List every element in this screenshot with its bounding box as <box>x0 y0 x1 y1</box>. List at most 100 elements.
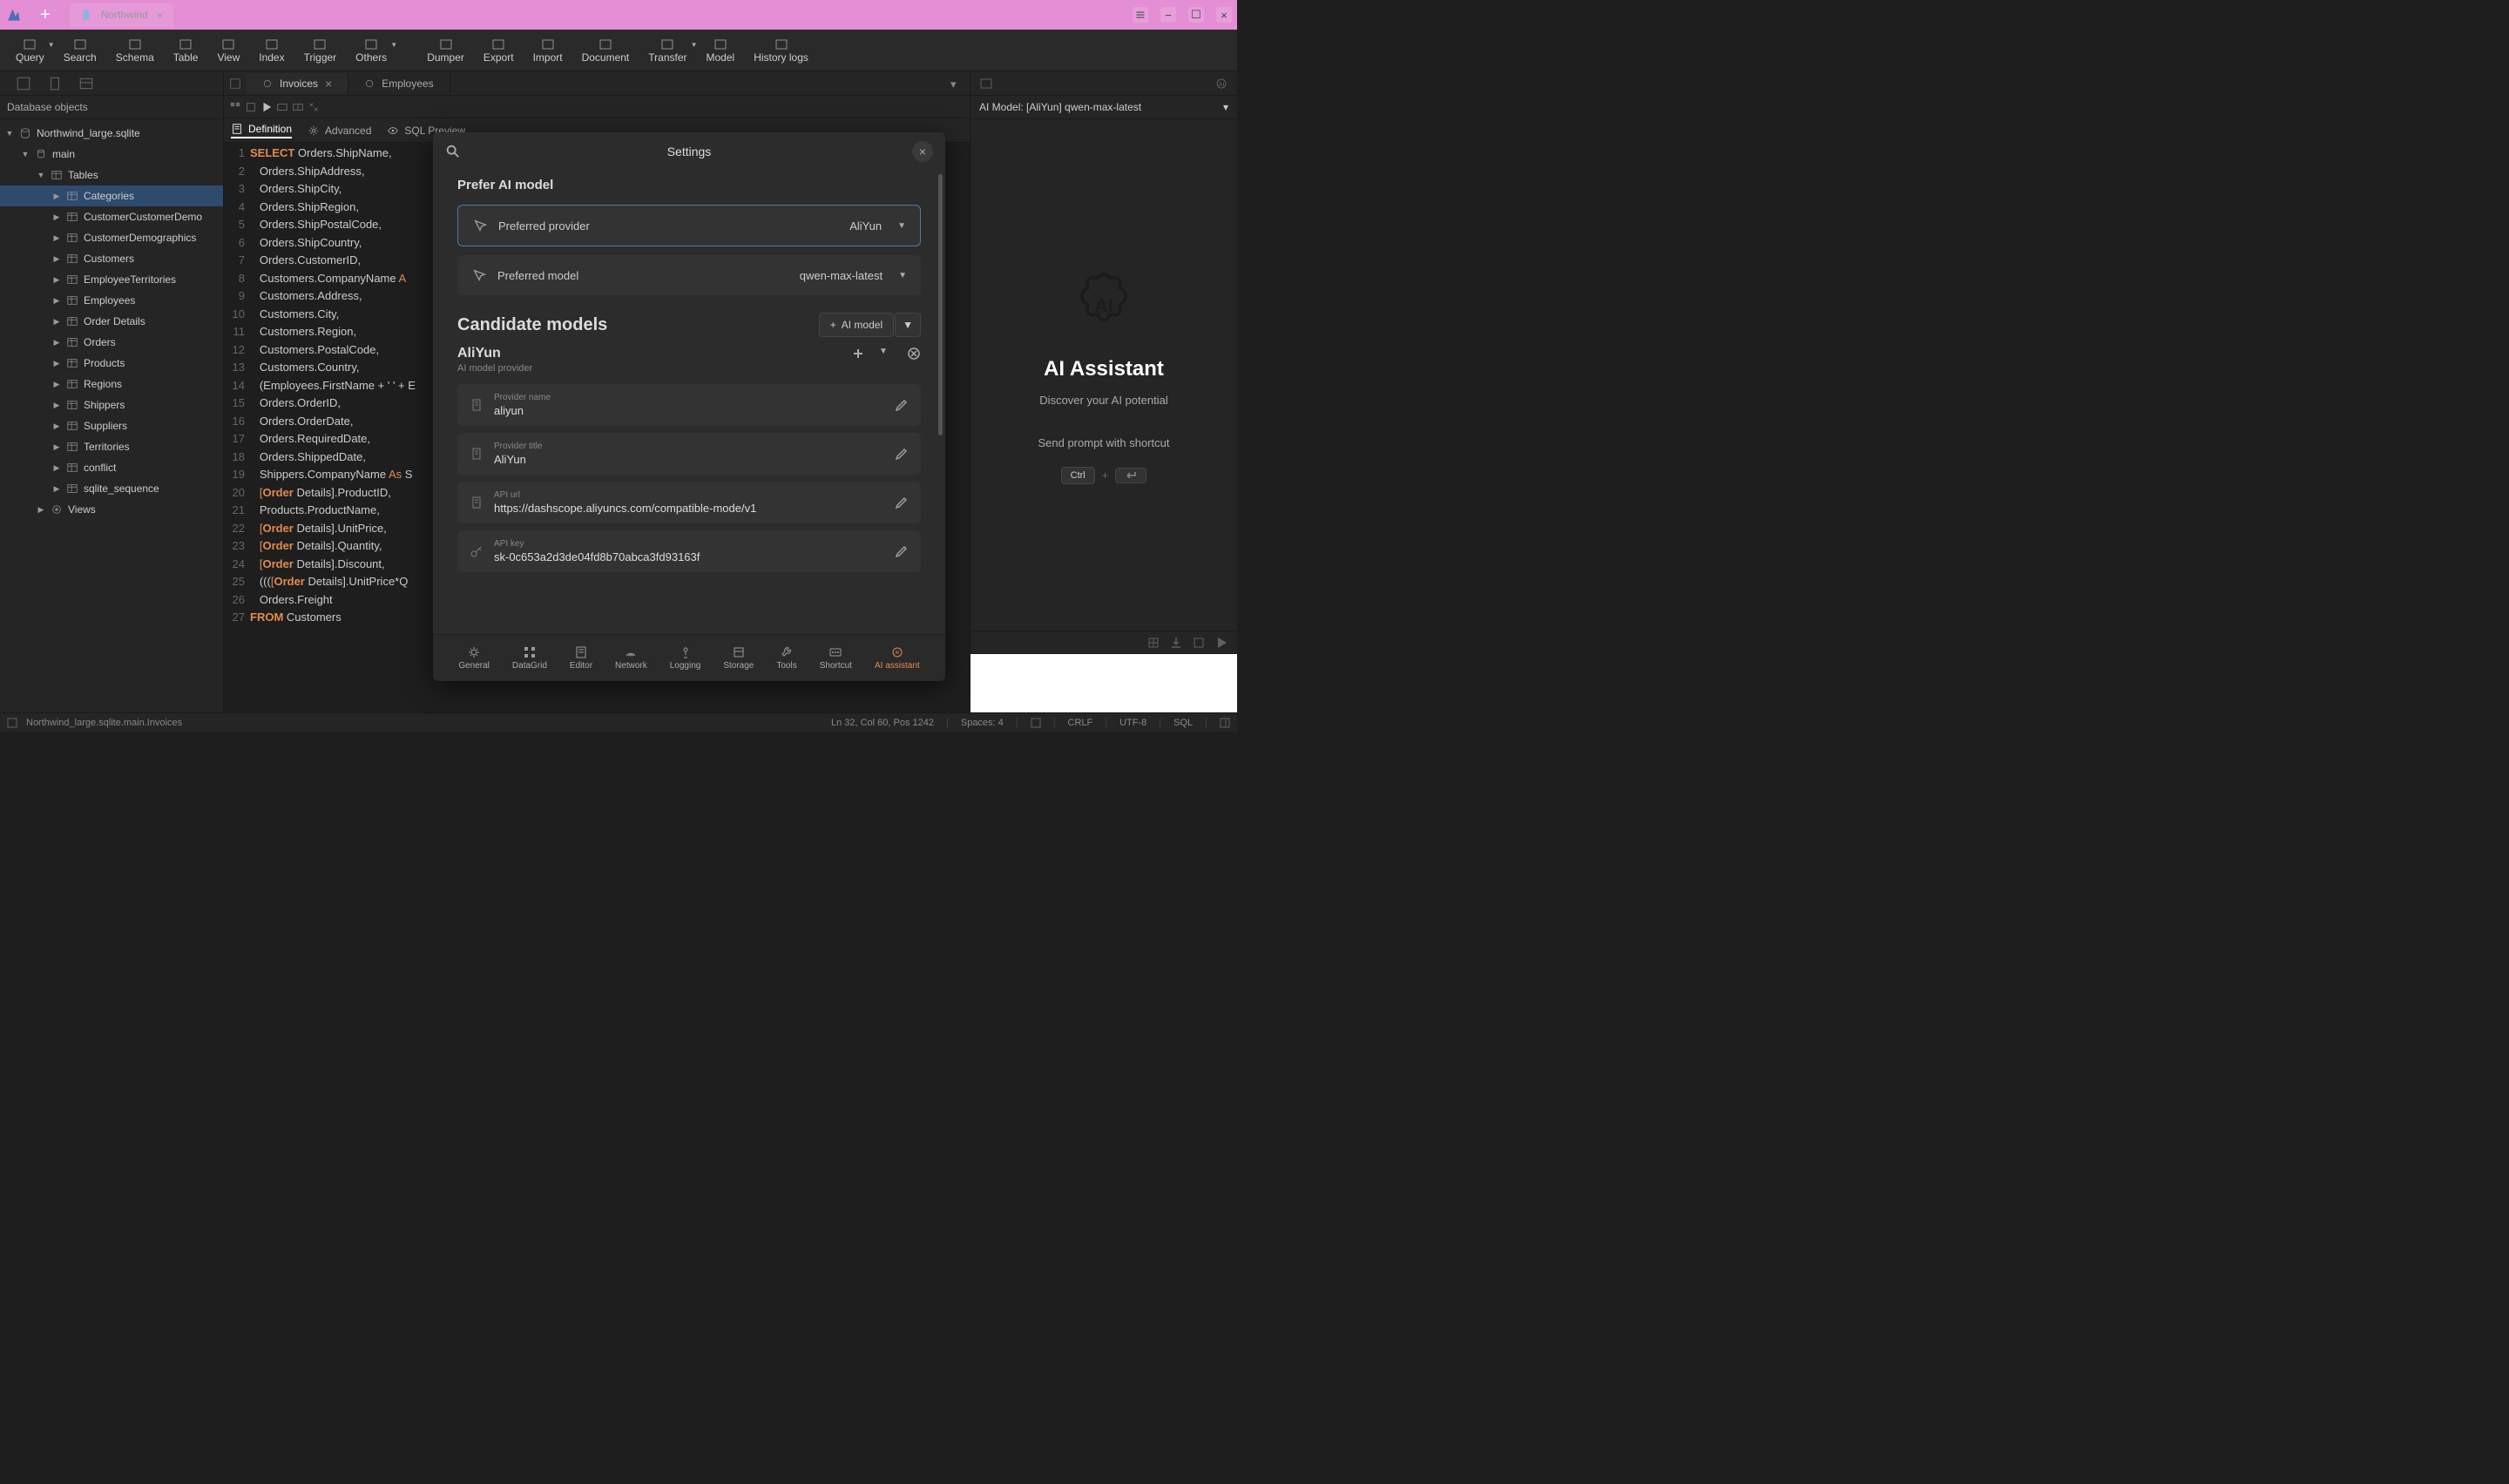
editor-tab[interactable]: Invoices × <box>247 73 348 94</box>
toolbar-history-logs[interactable]: History logs <box>745 34 817 67</box>
tree-table-item[interactable]: ▶ EmployeeTerritories <box>0 269 223 290</box>
window-minimize-icon[interactable]: − <box>1160 7 1176 23</box>
new-tab-button[interactable]: + <box>40 5 51 25</box>
toolbar-search[interactable]: Search <box>55 34 105 67</box>
toolbar-model[interactable]: Model <box>698 34 744 67</box>
settings-tab-network[interactable]: Network <box>610 644 653 672</box>
tree-table-item[interactable]: ▶ Regions <box>0 374 223 395</box>
ai-prompt-input[interactable] <box>970 653 1237 712</box>
settings-tab-general[interactable]: General <box>453 644 495 672</box>
ai-panel-tool-icon[interactable]: AI <box>1214 77 1228 91</box>
toolbar-transfer[interactable]: Transfer ▼ <box>639 34 695 67</box>
tree-table-item[interactable]: ▶ sqlite_sequence <box>0 478 223 499</box>
sidebar-tool-icon[interactable] <box>16 76 31 91</box>
status-lang[interactable]: SQL <box>1173 718 1193 728</box>
tree-table-item[interactable]: ▶ Products <box>0 353 223 374</box>
toolbar-index[interactable]: Index <box>250 34 293 67</box>
add-ai-model-button[interactable]: + AI model <box>819 313 894 337</box>
ai-model-selector[interactable]: AI Model: [AliYun] qwen-max-latest ▾ <box>970 96 1237 119</box>
preferred-provider-field[interactable]: Preferred provider AliYun ▼ <box>457 205 921 246</box>
status-spaces[interactable]: Spaces: 4 <box>961 718 1004 728</box>
tree-table-item[interactable]: ▶ CustomerDemographics <box>0 227 223 248</box>
subtool-icon[interactable] <box>292 101 304 113</box>
sidebar-tool-icon[interactable] <box>47 76 63 91</box>
settings-tab-shortcut[interactable]: Shortcut <box>815 644 857 672</box>
tree-table-item[interactable]: ▶ Employees <box>0 290 223 311</box>
subtool-icon[interactable] <box>308 101 320 113</box>
toolbar-trigger[interactable]: Trigger <box>295 34 346 67</box>
status-crlf[interactable]: CRLF <box>1068 718 1093 728</box>
settings-tab-ai-assistant[interactable]: AI AI assistant <box>869 644 925 672</box>
tree-table-item[interactable]: ▶ Customers <box>0 248 223 269</box>
tree-table-item[interactable]: ▶ Order Details <box>0 311 223 332</box>
settings-tab-storage[interactable]: Storage <box>718 644 759 672</box>
toolbar-table[interactable]: Table <box>165 34 207 67</box>
window-maximize-icon[interactable]: ☐ <box>1188 7 1204 23</box>
ai-download-icon[interactable] <box>1169 636 1183 650</box>
status-icon[interactable] <box>7 718 17 728</box>
provider-remove-icon[interactable] <box>907 347 921 361</box>
status-icon[interactable] <box>1031 718 1041 728</box>
tabs-dropdown-icon[interactable]: ▾ <box>950 78 963 90</box>
play-icon[interactable] <box>260 101 273 113</box>
tree-tables[interactable]: ▼ Tables <box>0 165 223 186</box>
window-tab-close-icon[interactable]: × <box>157 9 164 22</box>
status-panel-icon[interactable] <box>1220 718 1230 728</box>
editor-tab[interactable]: Employees <box>348 73 450 94</box>
edit-icon[interactable] <box>895 544 909 558</box>
tree-table-item[interactable]: ▶ Suppliers <box>0 415 223 436</box>
line-number: 21 <box>224 503 250 522</box>
toolbar-import[interactable]: Import <box>524 34 571 67</box>
edit-icon[interactable] <box>895 398 909 412</box>
add-model-dropdown[interactable]: ▼ <box>895 313 921 337</box>
line-number: 6 <box>224 236 250 254</box>
tree-schema[interactable]: ▼ main <box>0 144 223 165</box>
search-icon[interactable] <box>445 144 461 159</box>
subtool-icon[interactable] <box>245 101 257 113</box>
preferred-model-field[interactable]: Preferred model qwen-max-latest ▼ <box>457 255 921 295</box>
line-number: 27 <box>224 610 250 629</box>
provider-add-icon[interactable] <box>851 347 865 361</box>
toolbar-dumper[interactable]: Dumper <box>418 34 473 67</box>
settings-tab-tools[interactable]: Tools <box>771 644 801 672</box>
settings-close-button[interactable]: × <box>912 141 933 162</box>
ai-tool-icon[interactable] <box>1146 636 1160 650</box>
toolbar-document[interactable]: Document <box>573 34 639 67</box>
window-tab[interactable]: Northwind × <box>70 3 174 27</box>
tree-views[interactable]: ▶ Views <box>0 499 223 520</box>
ai-tool-icon[interactable] <box>1192 636 1206 650</box>
subtool-icon[interactable] <box>229 101 241 113</box>
toolbar-schema[interactable]: Schema <box>107 34 163 67</box>
tree-table-item[interactable]: ▶ CustomerCustomerDemo <box>0 206 223 227</box>
chevron-down-icon[interactable]: ▼ <box>879 347 893 361</box>
tree-db[interactable]: ▼ Northwind_large.sqlite <box>0 123 223 144</box>
viewtab-definition[interactable]: Definition <box>231 123 292 138</box>
edit-icon[interactable] <box>895 496 909 509</box>
tab-close-icon[interactable]: × <box>325 77 332 91</box>
settings-tab-editor[interactable]: Editor <box>565 644 598 672</box>
window-close-icon[interactable]: × <box>1216 7 1232 23</box>
viewtab-advanced[interactable]: Advanced <box>308 125 371 137</box>
status-encoding[interactable]: UTF-8 <box>1119 718 1146 728</box>
toolbar-view[interactable]: View <box>208 34 248 67</box>
toolbar-others[interactable]: Others ▼ <box>347 34 396 67</box>
tree-table-item[interactable]: ▶ Categories <box>0 186 223 206</box>
toolbar-export[interactable]: Export <box>475 34 523 67</box>
subtool-icon[interactable] <box>276 101 288 113</box>
tree-table-item[interactable]: ▶ Shippers <box>0 395 223 415</box>
ai-panel-tool-icon[interactable] <box>979 77 993 91</box>
tab-grid-icon[interactable] <box>229 78 241 90</box>
settings-tab-logging[interactable]: Logging <box>665 644 707 672</box>
tree-table-item[interactable]: ▶ conflict <box>0 457 223 478</box>
tree-table-item[interactable]: ▶ Orders <box>0 332 223 353</box>
hamburger-icon[interactable] <box>1133 7 1148 23</box>
settings-scrollbar[interactable] <box>938 174 943 435</box>
ai-send-icon[interactable] <box>1214 636 1228 650</box>
caret-down-icon: ▼ <box>5 129 14 138</box>
settings-tab-datagrid[interactable]: DataGrid <box>507 644 552 672</box>
sidebar-tool-icon[interactable] <box>78 76 94 91</box>
view-icon <box>364 78 375 89</box>
edit-icon[interactable] <box>895 447 909 461</box>
toolbar-query[interactable]: Query ▼ <box>7 34 53 67</box>
tree-table-item[interactable]: ▶ Territories <box>0 436 223 457</box>
